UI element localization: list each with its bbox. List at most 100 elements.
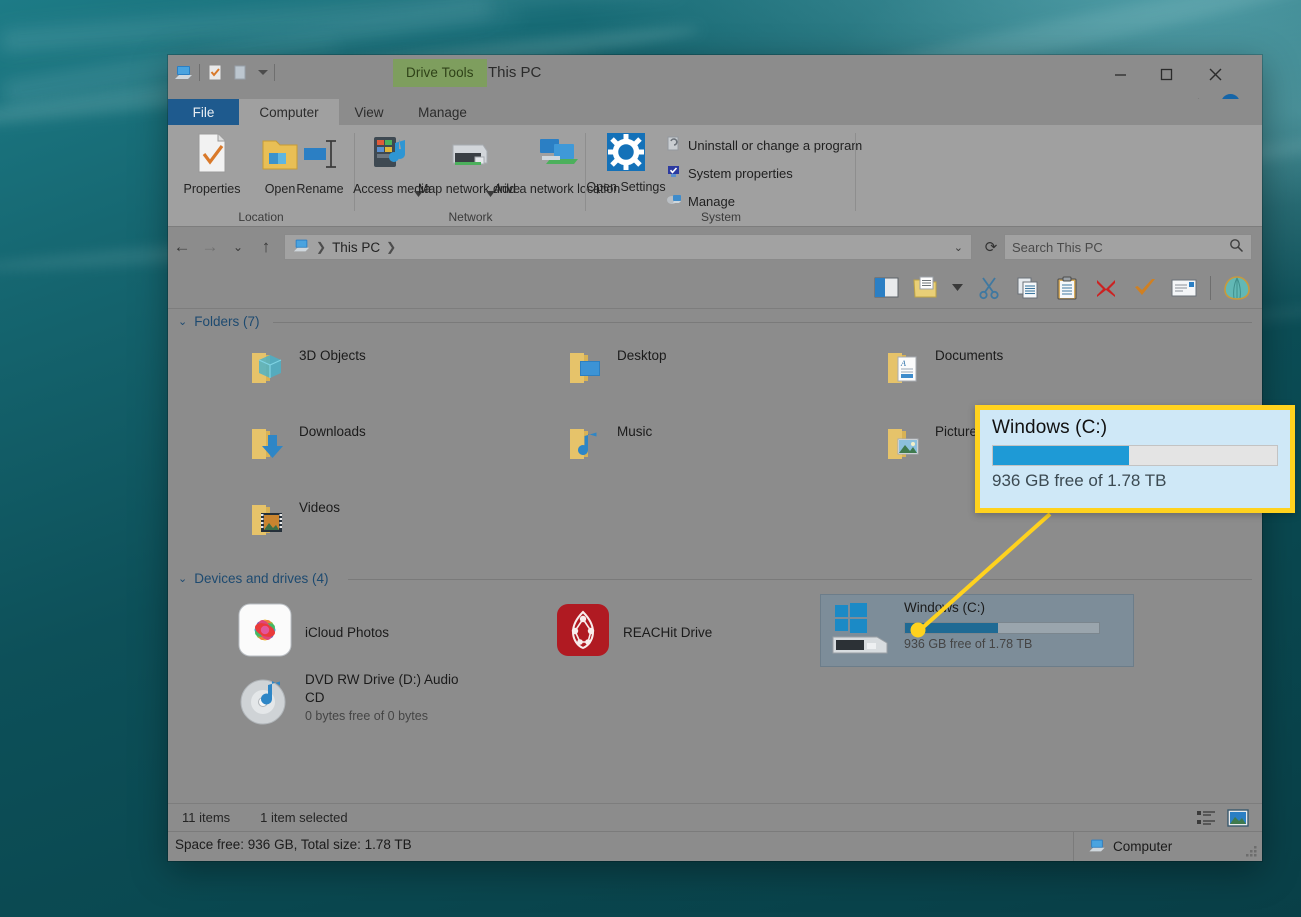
section-rule-folders xyxy=(273,322,1252,323)
search-input[interactable]: Search This PC xyxy=(1004,234,1252,260)
list-item[interactable]: iCloud Photos xyxy=(230,597,522,668)
list-item-sublabel: 0 bytes free of 0 bytes xyxy=(305,709,428,724)
section-title-devices: Devices and drives (4) xyxy=(194,571,329,586)
svg-text:A: A xyxy=(900,359,906,368)
back-button[interactable]: ← xyxy=(168,237,196,257)
dropdown-caret-icon[interactable] xyxy=(951,275,963,301)
ribbon-item-manage[interactable]: Manage xyxy=(665,191,735,211)
title-bar: Drive Tools This PC ? xyxy=(168,55,1262,113)
preview-pane-icon[interactable] xyxy=(873,275,899,301)
folder-documents-icon: A xyxy=(882,347,924,394)
breadcrumb-this-pc-icon xyxy=(293,237,310,257)
ribbon-item-system-properties[interactable]: System properties xyxy=(665,163,793,183)
list-item-label: 3D Objects xyxy=(299,348,366,363)
custom-toolbar xyxy=(168,267,1262,309)
list-item[interactable]: Videos xyxy=(240,495,532,550)
list-item[interactable]: Music xyxy=(558,419,850,474)
ribbon-button-open-settings[interactable]: Open Settings xyxy=(586,131,666,195)
address-bar-row: ← → ⌄ ↑ ❯ This PC ❯ ⌄ ⟳ Search This PC xyxy=(168,227,1262,267)
ribbon: Properties Open Rename Location Access m… xyxy=(168,125,1262,227)
up-button[interactable]: ↑ xyxy=(252,237,280,257)
tab-view[interactable]: View xyxy=(339,99,399,125)
qat-separator-2 xyxy=(274,64,275,81)
forward-button[interactable]: → xyxy=(196,237,224,257)
section-header-devices[interactable]: ⌄ Devices and drives (4) xyxy=(178,571,329,586)
ribbon-separator-2 xyxy=(585,133,586,211)
uninstall-icon xyxy=(665,135,682,155)
section-header-folders[interactable]: ⌄ Folders (7) xyxy=(178,314,259,329)
quick-access-toolbar xyxy=(174,63,275,82)
ribbon-group-location: Properties Open Rename Location xyxy=(168,125,348,227)
list-item-windows-c[interactable]: Windows (C:) 936 GB free of 1.78 TB xyxy=(820,594,1134,667)
icloud-photos-icon xyxy=(236,601,294,664)
recent-locations-button[interactable]: ⌄ xyxy=(224,240,252,254)
breadcrumb[interactable]: ❯ This PC ❯ ⌄ xyxy=(284,234,972,260)
capacity-meter xyxy=(904,622,1100,634)
ribbon-button-access-media[interactable]: Access media xyxy=(353,131,431,197)
maximize-button[interactable] xyxy=(1143,55,1189,93)
breadcrumb-separator-2[interactable]: ❯ xyxy=(386,240,396,254)
ribbon-item-uninstall-program[interactable]: Uninstall or change a program xyxy=(665,135,862,155)
ribbon-label-system-properties: System properties xyxy=(688,165,793,181)
close-button[interactable] xyxy=(1192,55,1238,93)
folder-desktop-icon xyxy=(564,347,606,394)
bottom-bar-label: Computer xyxy=(1113,839,1173,854)
tab-computer[interactable]: Computer xyxy=(239,99,339,125)
list-item-label: Documents xyxy=(935,348,1004,363)
shell-icon[interactable] xyxy=(1224,275,1250,301)
list-item-label: Desktop xyxy=(617,348,667,363)
manage-icon xyxy=(665,191,682,211)
search-icon[interactable] xyxy=(1229,238,1244,256)
file-list-area: ⌄ Folders (7) 3D Objects Desktop A Docum… xyxy=(168,309,1262,803)
breadcrumb-path[interactable]: This PC xyxy=(332,240,380,255)
list-item-label: DVD RW Drive (D:) Audio CD xyxy=(305,672,459,705)
list-item[interactable]: A Documents xyxy=(876,343,1168,398)
ribbon-button-properties[interactable]: Properties xyxy=(174,131,250,197)
status-selection: 1 item selected xyxy=(260,810,348,825)
list-item[interactable]: Downloads xyxy=(240,419,532,474)
ribbon-label-properties: Properties xyxy=(183,181,241,196)
check-icon[interactable] xyxy=(1132,275,1158,301)
cut-icon[interactable] xyxy=(976,275,1002,301)
list-item[interactable]: Desktop xyxy=(558,343,850,398)
list-item-label: Windows (C:) xyxy=(904,600,986,615)
copy-icon[interactable] xyxy=(1015,275,1041,301)
delete-icon[interactable] xyxy=(1093,275,1119,301)
ribbon-label-rename: Rename xyxy=(296,181,344,196)
minimize-button[interactable] xyxy=(1097,55,1143,93)
section-rule-devices xyxy=(348,579,1252,580)
list-item[interactable]: 3D Objects xyxy=(240,343,532,398)
ribbon-button-rename[interactable]: Rename xyxy=(288,131,352,197)
chevron-down-icon[interactable]: ⌄ xyxy=(178,315,187,328)
refresh-button[interactable]: ⟳ xyxy=(978,238,1004,256)
status-item-count: 11 items xyxy=(182,810,231,825)
contextual-tab-drive-tools[interactable]: Drive Tools xyxy=(393,59,487,87)
ribbon-label-uninstall-program: Uninstall or change a program xyxy=(688,137,863,153)
new-folder-icon[interactable] xyxy=(231,63,250,82)
new-folder-icon[interactable] xyxy=(912,275,938,301)
large-icons-view-icon[interactable] xyxy=(1226,807,1250,829)
callout-title: Windows (C:) xyxy=(992,417,1108,438)
ribbon-group-title-network: Network xyxy=(448,210,493,224)
address-dropdown-caret-icon[interactable]: ⌄ xyxy=(954,241,963,254)
resize-grip-icon[interactable] xyxy=(1246,846,1258,858)
paste-icon[interactable] xyxy=(1054,275,1080,301)
this-pc-icon[interactable] xyxy=(174,63,193,82)
details-view-icon[interactable] xyxy=(1194,807,1218,829)
properties-icon[interactable] xyxy=(206,63,225,82)
ribbon-group-title-location: Location xyxy=(238,210,284,224)
tab-manage[interactable]: Manage xyxy=(399,99,486,125)
customize-qat-caret-icon[interactable] xyxy=(258,70,268,75)
qat-separator xyxy=(199,64,200,81)
email-icon[interactable] xyxy=(1171,275,1197,301)
folder-3d-objects-icon xyxy=(246,347,288,394)
dvd-drive-icon xyxy=(236,671,294,734)
list-item[interactable]: DVD RW Drive (D:) Audio CD 0 bytes free … xyxy=(230,667,530,738)
callout-capacity-meter xyxy=(992,445,1278,466)
toolbar-separator xyxy=(1210,275,1211,300)
windows-drive-icon xyxy=(827,599,893,662)
chevron-down-icon[interactable]: ⌄ xyxy=(178,572,187,585)
list-item[interactable]: REACHit Drive xyxy=(548,597,840,668)
folder-videos-icon xyxy=(246,499,288,546)
tab-file[interactable]: File xyxy=(168,99,239,125)
